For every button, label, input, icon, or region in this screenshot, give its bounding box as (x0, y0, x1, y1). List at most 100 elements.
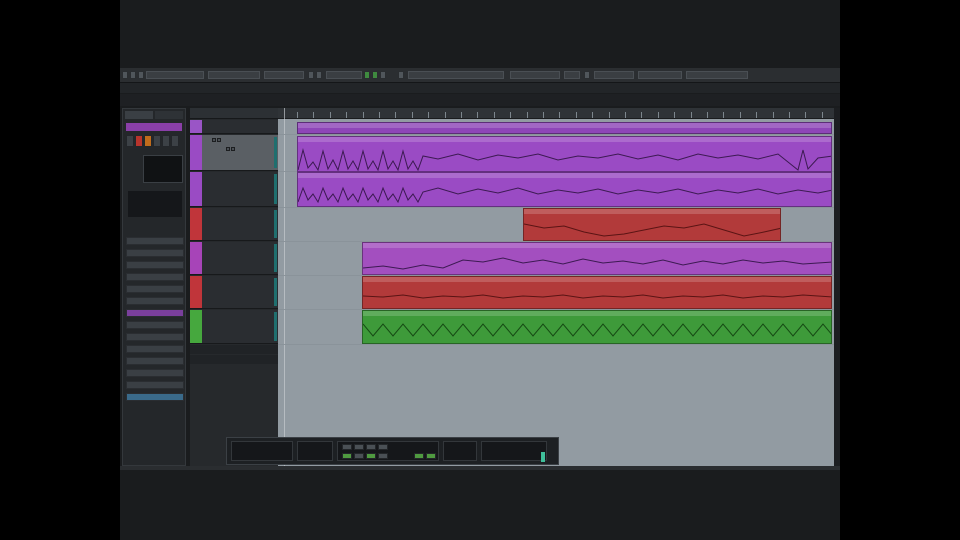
event-clip[interactable] (362, 310, 832, 344)
inspector-section[interactable] (126, 369, 184, 377)
loop-icon[interactable] (308, 71, 314, 79)
solo-icon[interactable] (217, 138, 221, 142)
inspector-section[interactable] (126, 321, 184, 329)
ruler-tick (559, 112, 560, 118)
lane-divider (278, 344, 834, 345)
ruler-tick (297, 112, 298, 118)
track-color-strip (190, 208, 202, 240)
cycle-icon[interactable] (372, 71, 378, 79)
cycle-button[interactable] (342, 453, 352, 459)
grid-type-dropdown[interactable] (564, 71, 580, 79)
auto-scroll-group[interactable] (208, 71, 260, 79)
record-button[interactable] (378, 453, 388, 459)
track-row[interactable] (190, 172, 278, 207)
track-row-selected[interactable] (190, 135, 278, 171)
read-button[interactable] (153, 135, 161, 147)
play-icon[interactable] (364, 71, 370, 79)
constrain-delay-button[interactable] (130, 71, 136, 79)
locator-group[interactable] (264, 71, 304, 79)
event-clip[interactable] (523, 208, 781, 241)
inspector-section[interactable] (126, 345, 184, 353)
record-enable-button[interactable] (135, 135, 143, 147)
track-row[interactable] (190, 242, 278, 275)
track-row[interactable] (190, 276, 278, 309)
inspector-section[interactable] (126, 285, 184, 293)
monitor-button[interactable] (144, 135, 152, 147)
track-buttons (212, 138, 222, 143)
timeline-ruler[interactable] (278, 108, 834, 119)
inspector-section[interactable] (126, 333, 184, 341)
go-to-start-button[interactable] (366, 444, 376, 450)
inspector-section[interactable] (126, 261, 184, 269)
ruler-tick (789, 112, 790, 118)
sync-button[interactable] (426, 453, 436, 459)
track-row[interactable] (190, 310, 278, 344)
inspector-section[interactable] (126, 381, 184, 389)
mute-button[interactable] (126, 135, 134, 147)
write-button[interactable] (162, 135, 170, 147)
ruler-tick (609, 112, 610, 118)
tab-inspector[interactable] (125, 111, 153, 119)
read-automation-button[interactable] (138, 71, 144, 79)
color-dropdown[interactable] (638, 71, 682, 79)
inspector-tabs (125, 111, 183, 119)
forward-button[interactable] (354, 444, 364, 450)
write-icon[interactable] (231, 147, 235, 151)
mute-icon[interactable] (212, 138, 216, 142)
activate-project-button[interactable] (122, 71, 128, 79)
rewind-button[interactable] (342, 444, 352, 450)
tab-visibility[interactable] (155, 111, 183, 119)
transport-time-display[interactable] (481, 441, 547, 461)
ruler-tick (395, 112, 396, 118)
click-button[interactable] (414, 453, 424, 459)
quantize-dropdown[interactable] (594, 71, 634, 79)
vertical-scrollbar[interactable] (834, 108, 840, 466)
track-row[interactable] (190, 120, 278, 134)
record-icon[interactable] (380, 71, 386, 79)
read-icon[interactable] (226, 147, 230, 151)
event-clip[interactable] (297, 122, 832, 134)
inspector-section[interactable] (126, 273, 184, 281)
inspector-section[interactable] (126, 393, 184, 401)
inspector-section[interactable] (126, 357, 184, 365)
inspector-section[interactable] (126, 297, 184, 305)
project-cursor[interactable] (284, 108, 285, 466)
inspector-section[interactable] (126, 237, 184, 245)
inspector-track-name[interactable] (126, 123, 182, 131)
ruler-tick (346, 112, 347, 118)
ruler-tick (527, 112, 528, 118)
ruler-tick (494, 112, 495, 118)
transport-mini-group[interactable] (326, 71, 362, 79)
inspector-section[interactable] (126, 249, 184, 257)
status-bar (120, 466, 840, 470)
object-selection-icon[interactable] (398, 71, 404, 79)
automation-mode-dropdown[interactable] (146, 71, 204, 79)
track-meter (274, 174, 277, 204)
snap-icon[interactable] (584, 71, 590, 79)
tool-select-icon[interactable] (316, 71, 322, 79)
ruler-tick (510, 112, 511, 118)
edit-tools-group[interactable] (408, 71, 504, 79)
inspector-routing (128, 191, 182, 217)
stop-button[interactable] (354, 453, 364, 459)
transport-marker-block[interactable] (297, 441, 333, 461)
event-clip[interactable] (362, 276, 832, 309)
clip-waveform (524, 223, 780, 237)
event-clip[interactable] (362, 242, 832, 275)
snap-tools-group[interactable] (510, 71, 560, 79)
track-list (190, 108, 279, 466)
play-button[interactable] (366, 453, 376, 459)
folder-row[interactable] (190, 345, 278, 354)
go-to-end-button[interactable] (378, 444, 388, 450)
inspector-section-active[interactable] (126, 309, 184, 317)
ruler-tick (412, 112, 413, 118)
project-sub-bar (120, 94, 840, 106)
transport-tempo-block[interactable] (443, 441, 477, 461)
event-clip[interactable] (297, 136, 832, 172)
edit-instrument-button[interactable] (171, 135, 179, 147)
event-clip[interactable] (297, 172, 832, 207)
arrangement-area[interactable] (278, 108, 834, 466)
window-layout-dropdown[interactable] (686, 71, 748, 79)
folder-row[interactable] (190, 355, 278, 364)
track-row[interactable] (190, 208, 278, 241)
